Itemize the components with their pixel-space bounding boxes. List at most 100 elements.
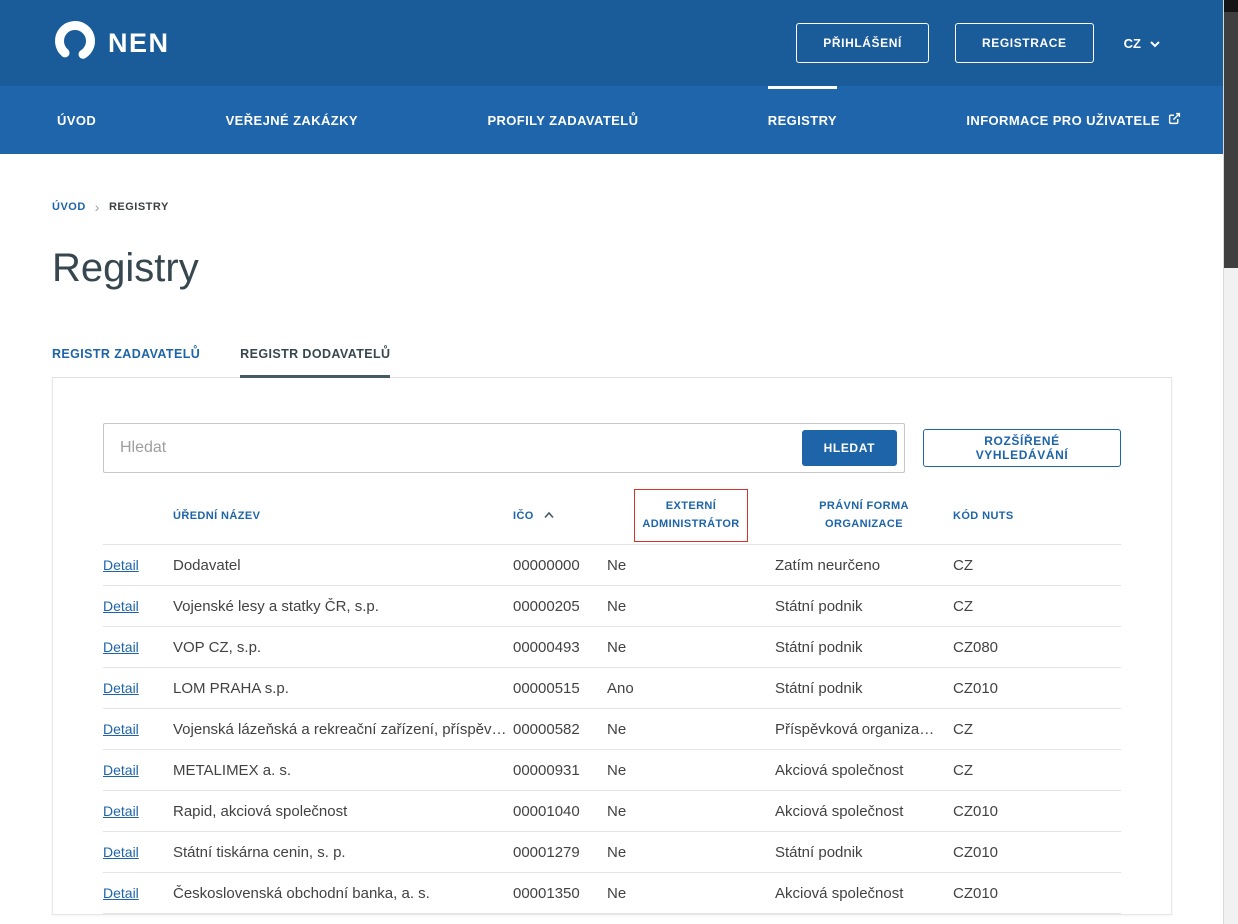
sort-asc-icon (543, 510, 555, 522)
table-header: ÚŘEDNÍ NÁZEV IČO EXTERNÍ ADMINISTRÁTOR P… (103, 487, 1121, 545)
detail-link[interactable]: Detail (103, 762, 139, 778)
language-label: CZ (1124, 36, 1141, 51)
detail-link[interactable]: Detail (103, 844, 139, 860)
detail-link[interactable]: Detail (103, 598, 139, 614)
table-row: Detail Rapid, akciová společnost 0000104… (103, 791, 1121, 832)
table-row: Detail METALIMEX a. s. 00000931 Ne Akcio… (103, 750, 1121, 791)
scroll-up-button[interactable] (1224, 0, 1238, 12)
breadcrumb-home-link[interactable]: ÚVOD (52, 201, 86, 213)
breadcrumb-separator-icon: › (95, 200, 100, 214)
column-header-legal-form-label: PRÁVNÍ FORMA ORGANIZACE (803, 498, 925, 532)
breadcrumb-current: REGISTRY (109, 201, 169, 213)
nav-item-informace-pro-uzivatele[interactable]: INFORMACE PRO UŽIVATELE (966, 86, 1181, 154)
column-header-official-name[interactable]: ÚŘEDNÍ NÁZEV (173, 510, 513, 522)
scrollbar-thumb[interactable] (1224, 12, 1238, 268)
cell-legal-form: Státní podnik (775, 844, 953, 861)
nav-item-uvod[interactable]: ÚVOD (57, 86, 96, 154)
cell-external-admin: Ne (607, 885, 775, 902)
logo-text: NEN (108, 28, 170, 59)
search-box: HLEDAT (103, 423, 905, 473)
top-header: NEN PŘIHLÁŠENÍ REGISTRACE CZ (0, 0, 1238, 86)
cell-nuts: CZ (953, 598, 1121, 615)
column-header-ico[interactable]: IČO (513, 510, 607, 522)
cell-nuts: CZ (953, 762, 1121, 779)
nav-item-registry[interactable]: REGISTRY (768, 86, 837, 154)
cell-nuts: CZ010 (953, 680, 1121, 697)
vertical-scrollbar[interactable] (1223, 0, 1238, 924)
cell-official-name: Československá obchodní banka, a. s. (173, 885, 513, 902)
cell-nuts: CZ080 (953, 639, 1121, 656)
cell-ico: 00000582 (513, 721, 607, 738)
register-button[interactable]: REGISTRACE (955, 23, 1094, 63)
main-nav: ÚVOD VEŘEJNÉ ZAKÁZKY PROFILY ZADAVATELŮ … (0, 86, 1238, 154)
tab-registr-dodavatelu[interactable]: REGISTR DODAVATELŮ (240, 339, 390, 377)
cell-nuts: CZ010 (953, 844, 1121, 861)
cell-official-name: VOP CZ, s.p. (173, 639, 513, 656)
cell-external-admin: Ne (607, 844, 775, 861)
cell-nuts: CZ (953, 721, 1121, 738)
cell-official-name: METALIMEX a. s. (173, 762, 513, 779)
cell-legal-form: Zatím neurčeno (775, 557, 953, 574)
cell-external-admin: Ne (607, 598, 775, 615)
table-row: Detail Vojenská lázeňská a rekreační zař… (103, 709, 1121, 750)
table-row: Detail Vojenské lesy a statky ČR, s.p. 0… (103, 586, 1121, 627)
nen-logo-icon (52, 18, 98, 69)
cell-legal-form: Státní podnik (775, 639, 953, 656)
cell-legal-form: Akciová společnost (775, 762, 953, 779)
table-row: Detail Státní tiskárna cenin, s. p. 0000… (103, 832, 1121, 873)
cell-ico: 00000515 (513, 680, 607, 697)
cell-ico: 00001350 (513, 885, 607, 902)
nav-item-label: REGISTRY (768, 113, 837, 128)
nav-item-profily-zadavatelu[interactable]: PROFILY ZADAVATELŮ (487, 86, 638, 154)
cell-ico: 00000493 (513, 639, 607, 656)
cell-external-admin: Ne (607, 762, 775, 779)
column-header-nuts[interactable]: KÓD NUTS (953, 510, 1121, 522)
detail-link[interactable]: Detail (103, 639, 139, 655)
cell-official-name: LOM PRAHA s.p. (173, 680, 513, 697)
main-content: ÚVOD › REGISTRY Registry REGISTR ZADAVAT… (0, 200, 1238, 915)
table-body: Detail Dodavatel 00000000 Ne Zatím neurč… (103, 545, 1121, 914)
cell-ico: 00000205 (513, 598, 607, 615)
cell-nuts: CZ (953, 557, 1121, 574)
cell-legal-form: Akciová společnost (775, 885, 953, 902)
language-selector[interactable]: CZ (1120, 30, 1165, 57)
cell-legal-form: Státní podnik (775, 598, 953, 615)
cell-ico: 00000000 (513, 557, 607, 574)
nav-item-label: VEŘEJNÉ ZAKÁZKY (226, 113, 358, 128)
nen-logo[interactable]: NEN (52, 18, 170, 69)
cell-ico: 00001040 (513, 803, 607, 820)
cell-official-name: Vojenské lesy a statky ČR, s.p. (173, 598, 513, 615)
detail-link[interactable]: Detail (103, 803, 139, 819)
table-row: Detail LOM PRAHA s.p. 00000515 Ano Státn… (103, 668, 1121, 709)
table-row: Detail Dodavatel 00000000 Ne Zatím neurč… (103, 545, 1121, 586)
nav-item-label: PROFILY ZADAVATELŮ (487, 113, 638, 128)
registry-card: HLEDAT ROZŠÍŘENÉ VYHLEDÁVÁNÍ ÚŘEDNÍ NÁZE… (52, 378, 1172, 915)
column-header-legal-form[interactable]: PRÁVNÍ FORMA ORGANIZACE (775, 498, 953, 532)
cell-official-name: Rapid, akciová společnost (173, 803, 513, 820)
search-button[interactable]: HLEDAT (802, 430, 897, 466)
detail-link[interactable]: Detail (103, 557, 139, 573)
nav-item-label: INFORMACE PRO UŽIVATELE (966, 113, 1160, 128)
cell-legal-form: Akciová společnost (775, 803, 953, 820)
chevron-down-icon (1149, 36, 1161, 51)
nav-item-verejne-zakazky[interactable]: VEŘEJNÉ ZAKÁZKY (226, 86, 358, 154)
cell-external-admin: Ne (607, 803, 775, 820)
login-button[interactable]: PŘIHLÁŠENÍ (796, 23, 929, 63)
cell-external-admin: Ano (607, 680, 775, 697)
tab-registr-zadavatelu[interactable]: REGISTR ZADAVATELŮ (52, 339, 200, 377)
search-input[interactable] (103, 423, 905, 473)
cell-external-admin: Ne (607, 639, 775, 656)
cell-nuts: CZ010 (953, 885, 1121, 902)
detail-link[interactable]: Detail (103, 885, 139, 901)
detail-link[interactable]: Detail (103, 721, 139, 737)
cell-external-admin: Ne (607, 557, 775, 574)
nav-item-label: ÚVOD (57, 113, 96, 128)
column-header-external-admin[interactable]: EXTERNÍ ADMINISTRÁTOR (607, 489, 775, 541)
breadcrumb: ÚVOD › REGISTRY (52, 200, 1172, 214)
cell-ico: 00001279 (513, 844, 607, 861)
advanced-search-button[interactable]: ROZŠÍŘENÉ VYHLEDÁVÁNÍ (923, 429, 1121, 467)
page-title: Registry (52, 246, 1172, 291)
cell-nuts: CZ010 (953, 803, 1121, 820)
search-row: HLEDAT ROZŠÍŘENÉ VYHLEDÁVÁNÍ (103, 423, 1121, 473)
detail-link[interactable]: Detail (103, 680, 139, 696)
